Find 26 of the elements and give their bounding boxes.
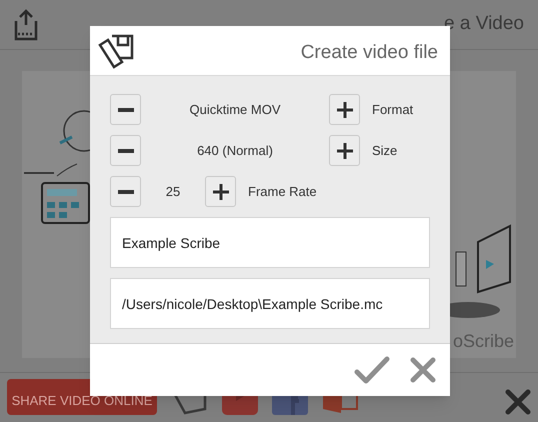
option-value: Quicktime MOV	[188, 100, 282, 119]
increase-button[interactable]	[205, 176, 236, 207]
plus-icon	[212, 184, 228, 200]
close-icon[interactable]	[410, 357, 436, 383]
upload-icon[interactable]	[12, 8, 40, 40]
minus-icon	[118, 190, 134, 194]
option-label: Size	[372, 142, 398, 160]
increase-button[interactable]	[329, 94, 360, 125]
decrease-button[interactable]	[110, 176, 141, 207]
increase-button[interactable]	[329, 135, 360, 166]
decrease-button[interactable]	[110, 135, 141, 166]
plus-icon	[336, 142, 352, 158]
option-value: 25	[164, 182, 182, 201]
plus-icon	[336, 102, 352, 118]
input-field[interactable]: Example Scribe	[110, 217, 430, 268]
minus-icon	[118, 148, 134, 152]
input-field[interactable]: /Users/nicole/Desktop\Example Scribe.mc	[110, 278, 430, 329]
decrease-button[interactable]	[110, 94, 141, 125]
usb-floppy-icon	[96, 32, 136, 68]
option-label: Format	[372, 100, 414, 119]
option-label: Frame Rate	[248, 182, 317, 201]
dialog-title: Create video file	[300, 41, 438, 66]
checkmark-icon[interactable]	[354, 356, 390, 384]
close-icon[interactable]	[505, 389, 531, 415]
option-value: 640 (Normal)	[196, 142, 274, 160]
minus-icon	[118, 108, 134, 112]
